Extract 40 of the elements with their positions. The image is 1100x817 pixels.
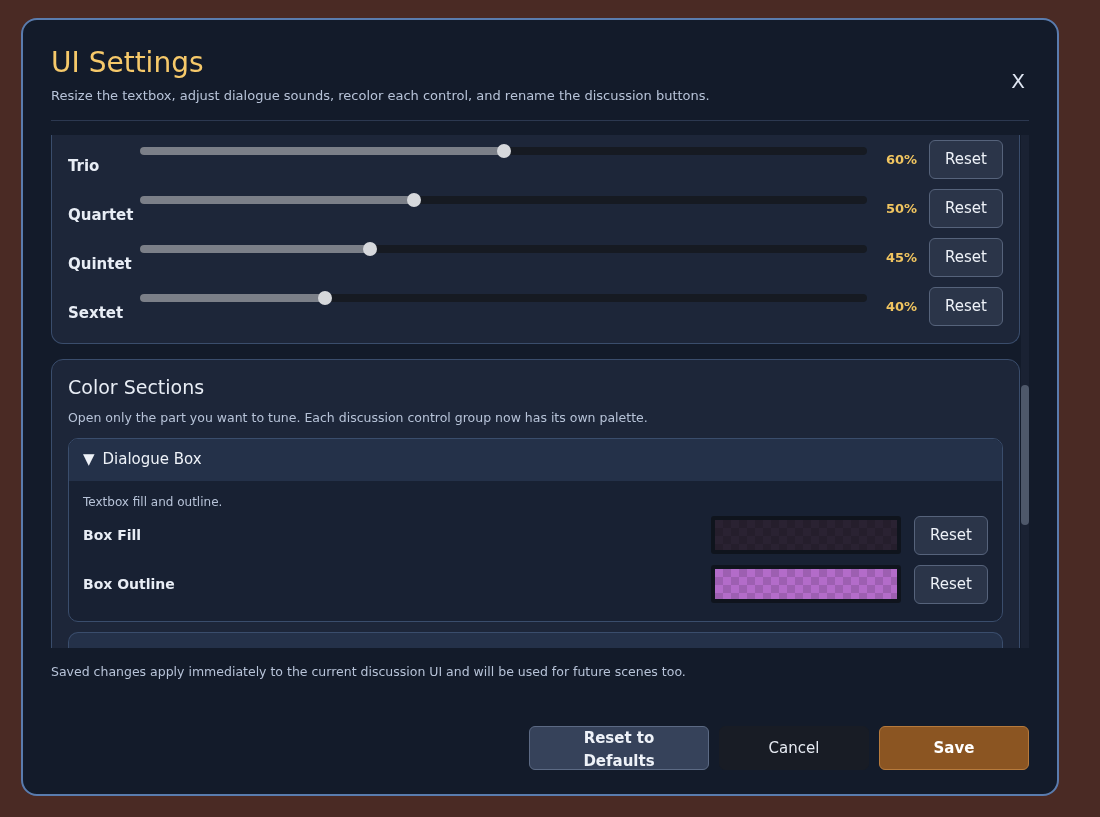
dialog-title: UI Settings — [51, 46, 205, 80]
accordion-title: Dialogue Box — [102, 449, 202, 471]
color-label: Box Fill — [83, 525, 143, 545]
reset-button[interactable]: Reset — [929, 140, 1003, 180]
slider-track[interactable] — [140, 244, 867, 253]
reset-button[interactable]: Reset — [914, 564, 988, 604]
slider-track[interactable] — [140, 195, 867, 204]
group-description: Textbox fill and outline. — [83, 493, 224, 511]
reset-button[interactable]: Reset — [929, 189, 1003, 229]
color-swatch[interactable] — [711, 565, 901, 604]
slider-value: 60% — [884, 150, 918, 169]
slider-thumb[interactable] — [496, 143, 511, 158]
close-button[interactable]: X — [1007, 66, 1029, 96]
footer-note: Saved changes apply immediately to the current discussion UI and will be used for future scenes too. — [51, 663, 687, 682]
slider-thumb[interactable] — [407, 192, 422, 207]
scrollbar[interactable] — [1021, 135, 1029, 649]
section-description: Open only the part you want to tune. Each discussion control group now has its own palette. — [68, 408, 649, 427]
accordion-header[interactable]: ▼ Dialogue Box — [69, 438, 1002, 481]
slider-label: Trio — [68, 156, 101, 178]
cancel-button[interactable]: Cancel — [719, 726, 869, 770]
reset-button[interactable]: Reset — [929, 287, 1003, 327]
section-title: Color Sections — [68, 376, 206, 399]
slider-track[interactable] — [140, 293, 867, 302]
slider-value: 40% — [884, 297, 918, 316]
slider-label: Sextet — [68, 303, 125, 325]
slider-label: Quintet — [68, 254, 133, 276]
slider-track[interactable] — [140, 146, 867, 155]
slider-value: 45% — [884, 248, 918, 267]
expand-marker: ▼ — [83, 449, 95, 471]
reset-defaults-button[interactable]: Reset to Defaults — [529, 726, 709, 770]
slider-thumb[interactable] — [318, 290, 333, 305]
reset-button[interactable]: Reset — [929, 238, 1003, 278]
reset-button[interactable]: Reset — [914, 515, 988, 555]
color-label: Box Outline — [83, 574, 176, 594]
color-swatch[interactable] — [711, 516, 901, 555]
slider-thumb[interactable] — [362, 241, 377, 256]
dialog-subtitle: Resize the textbox, adjust dialogue sounds, recolor each control, and rename the discussion buttons. — [51, 86, 710, 105]
save-button[interactable]: Save — [879, 726, 1029, 770]
slider-label: Quartet — [68, 205, 135, 227]
slider-value: 50% — [884, 199, 918, 218]
